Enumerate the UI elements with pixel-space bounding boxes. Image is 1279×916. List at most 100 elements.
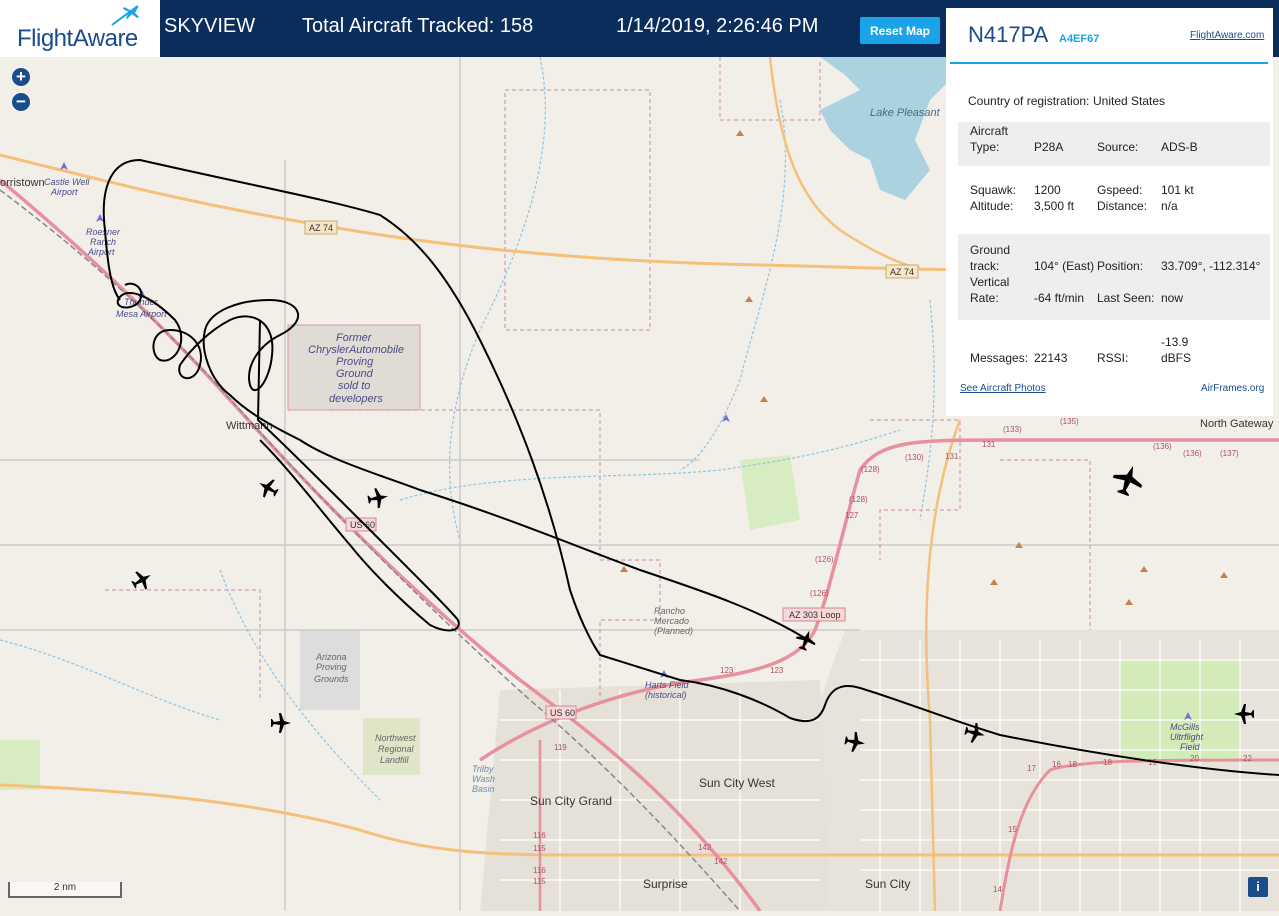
label-sun-city-grand: Sun City Grand — [530, 794, 612, 808]
lastseen-value: now — [1161, 291, 1184, 305]
label-nw-3: Landfill — [380, 755, 410, 765]
vr-value: -64 ft/min — [1034, 291, 1085, 305]
reset-map-button[interactable]: Reset Map — [860, 17, 940, 44]
shield-az74-b: AZ 74 — [890, 267, 914, 277]
datetime: 1/14/2019, 2:26:46 PM — [616, 15, 819, 37]
svg-text:16: 16 — [1052, 760, 1061, 769]
vr-label-2: Rate: — [970, 291, 999, 305]
label-chrysler-5: sold to — [338, 380, 370, 392]
aircraft-info-panel: N417PA A4EF67 FlightAware.com Country of… — [946, 8, 1273, 416]
label-harts-1: Harts Field — [645, 680, 690, 690]
shield-az303: AZ 303 Loop — [789, 610, 841, 620]
source-label: Source: — [1097, 140, 1139, 154]
messages-value: 22143 — [1034, 351, 1068, 365]
label-chrysler-4: Ground — [336, 368, 374, 380]
svg-text:(128): (128) — [849, 495, 868, 504]
label-surprise: Surprise — [643, 877, 688, 891]
position-label: Position: — [1097, 259, 1144, 273]
label-arizona-3: Grounds — [314, 674, 349, 684]
shield-az74-a: AZ 74 — [309, 223, 333, 233]
flightaware-link[interactable]: FlightAware.com — [1190, 30, 1264, 41]
label-rancho-2: Mercado — [654, 616, 689, 626]
rssi-value-2: dBFS — [1161, 351, 1192, 365]
country-value: United States — [1093, 94, 1166, 108]
svg-text:123: 123 — [720, 666, 734, 675]
country-label: Country of registration: — [968, 94, 1090, 108]
label-lake-pleasant: Lake Pleasant — [870, 107, 941, 119]
gspeed-label: Gspeed: — [1097, 183, 1143, 197]
svg-text:15: 15 — [1008, 825, 1017, 834]
label-chrysler-2: ChryslerAutomobile — [308, 344, 404, 356]
svg-text:119: 119 — [554, 743, 567, 752]
label-chrysler-6: developers — [329, 393, 383, 405]
aircraft-photos-link[interactable]: See Aircraft Photos — [960, 383, 1046, 394]
svg-text:18: 18 — [1068, 760, 1077, 769]
shield-us60-b: US 60 — [550, 708, 575, 718]
gt-label-1: Ground — [970, 243, 1011, 257]
svg-text:20: 20 — [1190, 754, 1199, 763]
svg-text:(133): (133) — [1003, 425, 1022, 434]
altitude-value: 3,500 ft — [1034, 199, 1075, 213]
svg-text:142: 142 — [698, 843, 712, 852]
squawk-label: Squawk: — [970, 183, 1017, 197]
svg-text:(128): (128) — [861, 465, 880, 474]
label-sun-city-west: Sun City West — [699, 776, 775, 790]
svg-text:14: 14 — [993, 885, 1002, 894]
label-roesner-2: Ranch — [90, 237, 116, 247]
label-sun-city: Sun City — [865, 877, 910, 891]
type-label-1: Aircraft — [970, 124, 1009, 138]
type-label-2: Type: — [970, 140, 1000, 154]
svg-text:131: 131 — [982, 440, 996, 449]
label-castle-well-1: Castle Well — [44, 177, 90, 187]
airframes-link[interactable]: AirFrames.org — [1201, 383, 1264, 394]
scale-bar: 2 nm — [8, 882, 122, 898]
svg-text:22: 22 — [1243, 754, 1252, 763]
svg-text:17: 17 — [1027, 764, 1036, 773]
gt-value: 104° (East) — [1034, 259, 1095, 273]
gspeed-value: 101 kt — [1161, 183, 1194, 197]
label-north-gateway: North Gateway — [1200, 418, 1274, 430]
brand-wordmark: FlightAware — [17, 25, 138, 52]
label-pleasant-2: Mesa Airport — [116, 309, 167, 319]
source-value: ADS-B — [1161, 140, 1198, 154]
hex-code: A4EF67 — [1059, 33, 1100, 45]
svg-text:127: 127 — [845, 511, 859, 520]
label-arizona-1: Arizona — [315, 652, 347, 662]
svg-text:115: 115 — [533, 877, 546, 886]
svg-text:123: 123 — [770, 666, 784, 675]
label-roesner-3: Airport — [87, 247, 115, 257]
label-rancho-3: (Planned) — [654, 626, 693, 636]
svg-text:(126): (126) — [810, 589, 829, 598]
svg-text:131: 131 — [945, 452, 959, 461]
flightaware-logo[interactable]: FlightAware — [0, 0, 160, 57]
svg-text:116: 116 — [533, 831, 546, 840]
svg-text:115: 115 — [533, 844, 546, 853]
label-arizona-2: Proving — [316, 662, 347, 672]
label-trilby-2: Wash — [472, 774, 495, 784]
squawk-value: 1200 — [1034, 183, 1061, 197]
distance-label: Distance: — [1097, 199, 1148, 213]
type-value: P28A — [1034, 140, 1064, 154]
svg-text:(137): (137) — [1220, 449, 1239, 458]
total-tracked: Total Aircraft Tracked: 158 — [302, 15, 534, 37]
panel-divider — [950, 62, 1268, 64]
label-rancho-1: Rancho — [654, 606, 685, 616]
info-button[interactable]: i — [1248, 877, 1268, 897]
zoom-in-button[interactable]: + — [12, 68, 30, 86]
label-nw-2: Regional — [378, 744, 415, 754]
messages-label: Messages: — [970, 351, 1029, 365]
distance-value: n/a — [1161, 199, 1178, 213]
svg-text:(130): (130) — [905, 453, 924, 462]
zoom-out-button[interactable]: − — [12, 93, 30, 111]
label-mcgills-3: Field — [1180, 742, 1201, 752]
label-chrysler-1: Former — [336, 332, 373, 344]
label-castle-well-2: Airport — [50, 187, 78, 197]
svg-text:(136): (136) — [1183, 449, 1202, 458]
label-roesner-1: Roesner — [86, 227, 121, 237]
label-trilby-1: Trilby — [472, 764, 494, 774]
svg-text:(136): (136) — [1153, 442, 1172, 451]
svg-text:142: 142 — [714, 857, 728, 866]
label-harts-2: (historical) — [645, 690, 687, 700]
label-chrysler-3: Proving — [336, 356, 374, 368]
svg-text:18: 18 — [1103, 758, 1112, 767]
